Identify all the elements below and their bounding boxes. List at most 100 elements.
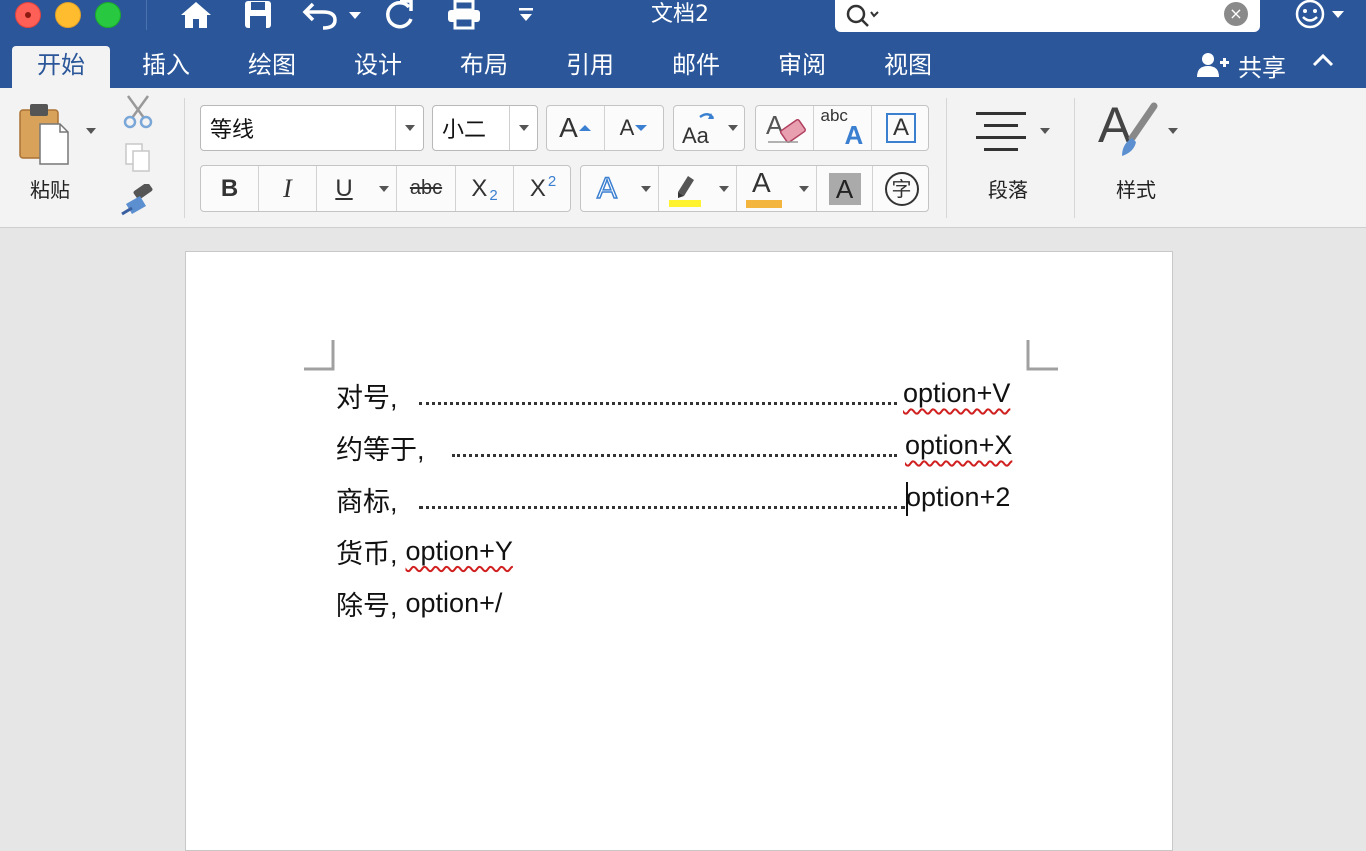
- tab-home[interactable]: 开始: [12, 46, 110, 88]
- eraser-icon: A: [766, 110, 806, 144]
- save-icon[interactable]: [241, 0, 275, 30]
- italic-button[interactable]: I: [259, 166, 317, 211]
- document-line[interactable]: 除号, option+/: [336, 583, 502, 623]
- paste-label: 粘贴: [30, 178, 70, 202]
- undo-dropdown-icon[interactable]: [346, 0, 364, 30]
- format-painter-icon[interactable]: [120, 182, 156, 222]
- styles-dropdown-icon[interactable]: [1168, 128, 1178, 134]
- tab-design[interactable]: 设计: [340, 46, 416, 88]
- text-effects-dropdown-icon[interactable]: [633, 166, 659, 211]
- paste-button[interactable]: [16, 98, 72, 172]
- underline-button[interactable]: U: [317, 166, 371, 211]
- spelling-icon: abc A: [820, 106, 864, 150]
- document-line[interactable]: 商标,: [336, 479, 398, 519]
- ribbon-divider: [1074, 98, 1075, 218]
- margin-corner-top-right: [1026, 340, 1058, 371]
- text-box-icon: A: [886, 113, 916, 143]
- copy-icon[interactable]: [124, 142, 152, 178]
- highlight-button[interactable]: [659, 166, 711, 211]
- document-line[interactable]: 约等于,: [336, 427, 425, 467]
- strikethrough-button[interactable]: abc: [397, 166, 456, 211]
- subscript-button[interactable]: X2: [456, 166, 514, 211]
- minimize-window-button[interactable]: [55, 2, 81, 28]
- tab-mailings[interactable]: 邮件: [658, 46, 734, 88]
- print-icon[interactable]: [444, 0, 484, 30]
- svg-text:A: A: [766, 110, 784, 140]
- grow-font-button[interactable]: A: [547, 106, 605, 150]
- tab-leader-dots: [419, 401, 897, 405]
- font-style-group: B I U abc X2 X2: [200, 165, 571, 212]
- font-color-icon: A: [746, 167, 782, 209]
- ribbon-divider: [184, 98, 185, 218]
- highlight-dropdown-icon[interactable]: [711, 166, 737, 211]
- clear-format-group: A abc A A: [755, 105, 929, 151]
- line-label: 商标,: [336, 486, 398, 517]
- clear-search-icon[interactable]: ×: [1224, 2, 1248, 26]
- paste-dropdown-icon[interactable]: [86, 128, 96, 134]
- document-line[interactable]: 对号,: [336, 375, 398, 415]
- tab-insert[interactable]: 插入: [128, 46, 204, 88]
- document-line[interactable]: 货币, option+Y: [336, 531, 513, 571]
- underline-dropdown-icon[interactable]: [371, 166, 397, 211]
- superscript-button[interactable]: X2: [514, 166, 572, 211]
- add-person-icon: [1197, 53, 1229, 77]
- change-case-button[interactable]: Aa: [673, 105, 745, 151]
- text-effects-button[interactable]: A: [581, 166, 633, 211]
- bold-button[interactable]: B: [201, 166, 259, 211]
- line-label: 除号,: [336, 590, 398, 621]
- search-box[interactable]: ×: [835, 0, 1260, 32]
- paragraph-dropdown-icon[interactable]: [1040, 128, 1050, 134]
- font-name-combo[interactable]: [200, 105, 424, 151]
- character-shading-button[interactable]: A: [817, 166, 873, 211]
- share-button[interactable]: 共享: [1196, 46, 1286, 84]
- tab-draw[interactable]: 绘图: [234, 46, 310, 88]
- tab-review[interactable]: 审阅: [764, 46, 840, 88]
- arrow-up-icon: [578, 125, 591, 131]
- tab-view[interactable]: 视图: [870, 46, 946, 88]
- customize-toolbar-icon[interactable]: [515, 0, 537, 30]
- shrink-font-button[interactable]: A: [605, 106, 663, 150]
- font-size-dropdown-icon[interactable]: [509, 106, 537, 150]
- font-name-input[interactable]: [210, 114, 390, 142]
- search-icon[interactable]: [845, 3, 881, 33]
- tab-layout[interactable]: 布局: [446, 46, 522, 88]
- close-window-button[interactable]: [15, 2, 41, 28]
- font-size-combo[interactable]: [432, 105, 538, 151]
- font-color-button[interactable]: A: [737, 166, 791, 211]
- shading-icon: A: [828, 172, 861, 205]
- shortcut-text: option+X: [905, 430, 1013, 460]
- enclose-characters-button[interactable]: 字: [873, 166, 930, 211]
- ribbon-home: 粘贴 A A Aa: [0, 88, 1366, 228]
- styles-button[interactable]: A: [1098, 97, 1164, 168]
- character-border-button[interactable]: A: [872, 106, 930, 150]
- redo-icon[interactable]: [382, 0, 418, 30]
- cut-icon[interactable]: [122, 94, 154, 134]
- document-page[interactable]: 对号, option+V 约等于, option+X 商标, option+2 …: [185, 251, 1173, 851]
- change-case-icon: Aa: [682, 113, 715, 147]
- shortcut-text: option+Y: [405, 535, 513, 566]
- font-size-input[interactable]: [442, 114, 510, 142]
- collapse-ribbon-icon[interactable]: [1312, 52, 1334, 71]
- paragraph-button[interactable]: [972, 108, 1032, 160]
- enclose-icon: 字: [884, 171, 919, 206]
- undo-icon[interactable]: [300, 0, 340, 30]
- shortcut-text: option+V: [903, 378, 1011, 408]
- line-label: 对号,: [336, 382, 398, 413]
- change-case-dropdown-icon[interactable]: [728, 125, 738, 131]
- styles-brush-icon: A: [1098, 97, 1158, 156]
- line-label: 约等于,: [336, 434, 425, 465]
- feedback-smiley-icon[interactable]: [1294, 0, 1350, 34]
- shortcut-text: option+2: [906, 482, 1010, 516]
- clear-formatting-button[interactable]: A: [756, 106, 814, 150]
- tab-leader-dots: [419, 505, 905, 509]
- text-effects-phonetic-button[interactable]: abc A: [814, 106, 872, 150]
- titlebar-divider: [146, 0, 147, 30]
- font-color-dropdown-icon[interactable]: [791, 166, 817, 211]
- tab-references[interactable]: 引用: [552, 46, 628, 88]
- font-name-dropdown-icon[interactable]: [395, 106, 423, 150]
- text-effects-icon: A: [596, 171, 618, 206]
- search-input[interactable]: [883, 4, 1213, 28]
- home-icon[interactable]: [178, 0, 214, 30]
- arrow-down-icon: [635, 125, 648, 131]
- maximize-window-button[interactable]: [95, 2, 121, 28]
